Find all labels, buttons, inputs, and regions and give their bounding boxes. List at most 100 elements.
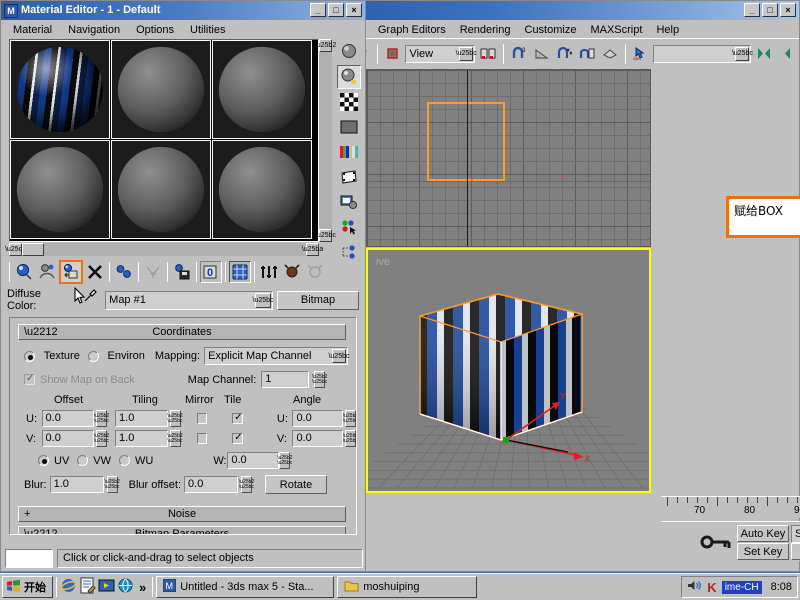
map-channel-field[interactable]: 1 (261, 371, 310, 388)
bitmap-parameters-collapse-icon[interactable]: \u2212 (24, 528, 58, 534)
auto-key-button[interactable]: Auto Key (737, 525, 789, 542)
chevron-down-icon[interactable]: \u25bc (456, 46, 477, 61)
bitmap-type-button[interactable]: Bitmap (277, 290, 359, 310)
u-offset-field[interactable]: 0.0 (41, 410, 95, 427)
mirror-icon[interactable] (754, 42, 775, 65)
chevron-down-icon-2[interactable]: \u25bc (732, 46, 753, 61)
blur-offset-field[interactable]: 0.0 (184, 476, 239, 493)
radio-wu-icon[interactable] (119, 455, 131, 466)
hscroll-thumb[interactable] (22, 243, 44, 256)
go-forward-to-sibling-icon[interactable] (304, 261, 326, 283)
video-color-check-icon[interactable] (337, 140, 361, 164)
ime-indicator[interactable]: ime-CH (721, 580, 762, 594)
me-menu-options[interactable]: Options (128, 23, 182, 37)
material-effects-channel-icon[interactable]: 0 (200, 261, 222, 283)
kingsoft-icon[interactable]: K (707, 580, 716, 595)
scroll-left-icon[interactable]: \u25c4 (5, 243, 26, 256)
options-icon[interactable] (337, 190, 361, 214)
scroll-down-icon[interactable]: \u25bc (315, 229, 336, 242)
viewport-perspective[interactable]: ive Y X (366, 248, 651, 493)
sample-slot-2[interactable] (111, 40, 211, 139)
key-filters-button[interactable]: Key Filters... (791, 543, 800, 560)
snap-toggle-icon[interactable]: 3 (508, 42, 529, 65)
scroll-right-icon[interactable]: \u25ba (302, 243, 323, 256)
align-icon[interactable] (777, 42, 797, 65)
taskbar-item-moshuiping[interactable]: moshuiping (337, 576, 478, 598)
percent-snap-icon[interactable] (554, 42, 575, 65)
u-tiling-spinner[interactable]: \u25b2 \u25bc (167, 410, 183, 427)
u-tiling-field[interactable]: 1.0 (115, 410, 168, 427)
me-close-button[interactable]: × (346, 3, 362, 17)
mapping-combo[interactable]: Explicit Map Channel \u25bc (204, 347, 350, 365)
select-by-name-icon[interactable]: ABC (630, 42, 651, 65)
put-to-library-icon[interactable] (171, 261, 193, 283)
u-mirror-checkbox[interactable] (196, 413, 208, 424)
ie-icon[interactable] (60, 577, 77, 597)
box-object-top-view[interactable] (427, 102, 505, 181)
noise-expand-icon[interactable]: + (24, 508, 30, 520)
angle-snap-icon[interactable] (531, 42, 552, 65)
radio-uv-icon[interactable] (38, 455, 49, 466)
v-offset-spinner[interactable]: \u25b2 \u25bc (94, 430, 109, 447)
me-menu-navigation[interactable]: Navigation (60, 23, 128, 37)
sample-slot-5[interactable] (111, 140, 211, 239)
put-material-to-scene-icon[interactable] (36, 261, 58, 283)
w-angle-field[interactable]: 0.0 (227, 452, 280, 469)
radio-environ-icon[interactable] (87, 350, 99, 362)
v-tile-checkbox[interactable] (232, 433, 243, 444)
u-tile-checkbox[interactable] (232, 413, 243, 424)
map-channel-spinner[interactable]: \u25b2 \u25bc (312, 371, 327, 388)
noise-rollout-header[interactable]: + Noise (18, 506, 346, 522)
max-close-button[interactable]: × (780, 3, 796, 17)
time-slider-ruler[interactable]: 70 80 90 100 (661, 496, 800, 518)
select-region-icon[interactable] (478, 42, 498, 65)
menu-graph-editors[interactable]: Graph Editors (371, 23, 453, 37)
v-mirror-checkbox[interactable] (196, 433, 208, 444)
sample-slot-6[interactable] (212, 140, 312, 239)
sample-slot-1[interactable] (10, 40, 110, 139)
radio-vw-icon[interactable] (77, 455, 89, 466)
u-offset-spinner[interactable]: \u25b2 \u25bc (94, 410, 109, 427)
blur-offset-spinner[interactable]: \u25b2 \u25bc (239, 476, 254, 493)
go-to-parent-icon[interactable] (281, 261, 303, 283)
media-icon[interactable] (98, 577, 115, 597)
u-angle-field[interactable]: 0.0 (292, 410, 343, 427)
v-angle-field[interactable]: 0.0 (292, 430, 343, 447)
me-minimize-button[interactable]: _ (310, 3, 326, 17)
rotate-button[interactable]: Rotate (265, 475, 328, 494)
coordinates-rollout-header[interactable]: \u2212 Coordinates (18, 324, 346, 340)
scroll-up-icon[interactable]: \u25b2 (315, 39, 336, 52)
bitmap-parameters-rollout-header[interactable]: \u2212 Bitmap Parameters (18, 526, 346, 534)
v-tiling-field[interactable]: 1.0 (115, 430, 168, 447)
sample-slots-vscrollbar[interactable]: \u25b2 \u25bc (315, 39, 336, 242)
chevron-down-icon-5[interactable]: \u25bc (253, 292, 274, 308)
max-restore-button[interactable]: □ (762, 3, 778, 17)
v-offset-field[interactable]: 0.0 (41, 430, 95, 447)
select-object-icon[interactable] (382, 42, 403, 65)
reference-coordinate-combo[interactable]: View \u25bc (405, 44, 477, 63)
show-end-result-icon-me[interactable] (258, 261, 280, 283)
viewport-top[interactable]: y x (366, 69, 651, 247)
u-angle-spinner[interactable]: \u25b2 \u25bc (343, 410, 356, 427)
sample-uv-tiling-icon[interactable] (337, 115, 361, 139)
blur-spinner[interactable]: \u25b2 \u25bc (104, 476, 120, 493)
menu-rendering[interactable]: Rendering (453, 23, 518, 37)
key-icon[interactable] (699, 526, 733, 556)
coordinates-collapse-icon[interactable]: \u2212 (24, 326, 58, 338)
get-material-icon[interactable] (13, 261, 35, 283)
menu-customize[interactable]: Customize (518, 23, 584, 37)
make-unique-icon-me[interactable] (142, 261, 164, 283)
me-menu-material[interactable]: Material (5, 23, 60, 37)
chevron-down-icon-6[interactable]: \u25bc (328, 349, 350, 363)
v-tiling-spinner[interactable]: \u25b2 \u25bc (167, 430, 183, 447)
map-name-combo[interactable]: Map #1 \u25bc (105, 290, 274, 310)
make-preview-icon[interactable] (337, 165, 361, 189)
sample-slot-4[interactable] (10, 140, 110, 239)
backlight-icon[interactable] (337, 65, 361, 89)
w-angle-spinner[interactable]: \u25b2 \u25bc (277, 452, 293, 469)
sample-slots-hscrollbar[interactable]: \u25c4 \u25ba (5, 243, 323, 256)
named-selection-icon[interactable] (599, 42, 620, 65)
reset-map-icon[interactable] (84, 261, 106, 283)
background-checker-icon[interactable] (337, 90, 361, 114)
blur-field[interactable]: 1.0 (49, 476, 104, 493)
